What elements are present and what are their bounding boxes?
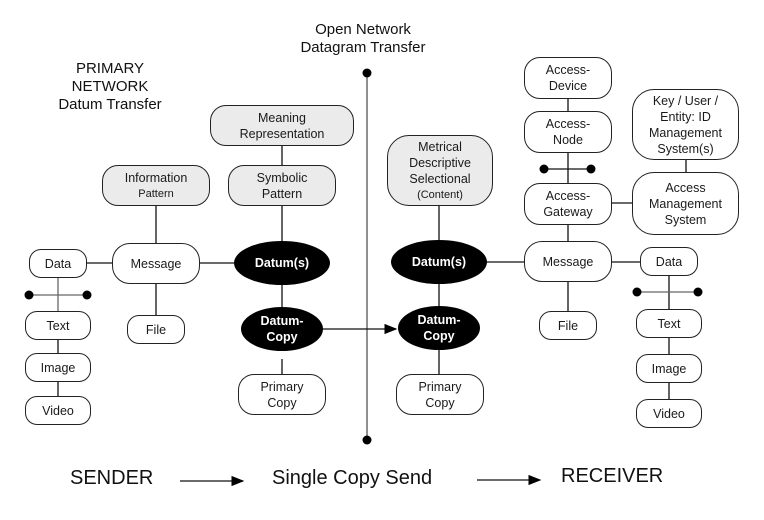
- receiver-video-node[interactable]: Video: [636, 399, 702, 428]
- node-label: File: [145, 322, 167, 337]
- node-label: Image: [40, 360, 76, 375]
- sender-video-node[interactable]: Video: [25, 396, 91, 425]
- receiver-primary-copy-node[interactable]: Primary Copy: [396, 374, 484, 415]
- node-line: Gateway: [543, 205, 593, 219]
- receiver-data-node[interactable]: Data: [640, 247, 698, 276]
- open-network-heading: Open Network Datagram Transfer: [273, 21, 453, 57]
- metrical-content-node[interactable]: Metrical Descriptive Selectional (Content): [387, 135, 493, 206]
- node-line: Entity: ID: [660, 109, 711, 124]
- heading-line: NETWORK: [71, 78, 149, 95]
- node-line: (Content): [417, 188, 463, 201]
- heading-line: Datagram Transfer: [300, 39, 426, 56]
- node-line: Representation: [239, 126, 325, 141]
- receiver-bus-dot-left: [632, 287, 642, 297]
- key-user-id-management-node[interactable]: Key / User / Entity: ID Management System(s…: [632, 89, 739, 160]
- receiver-message-node[interactable]: Message: [524, 241, 612, 282]
- sender-data-node[interactable]: Data: [29, 249, 87, 278]
- sender-text-node[interactable]: Text: [25, 311, 91, 340]
- node-line: Pattern: [261, 186, 303, 201]
- heading-line: Open Network: [315, 21, 411, 38]
- node-line: Copy: [423, 329, 455, 343]
- node-line: Copy: [425, 395, 455, 410]
- divider-top-dot: [362, 68, 372, 78]
- sender-file-node[interactable]: File: [127, 315, 185, 344]
- sender-datums-node[interactable]: Datum(s): [234, 241, 330, 285]
- sender-primary-copy-node[interactable]: Primary Copy: [238, 374, 326, 415]
- receiver-text-node[interactable]: Text: [636, 309, 702, 338]
- node-line: System: [664, 212, 707, 227]
- heading-line: Datum Transfer: [58, 96, 162, 113]
- node-label: Video: [42, 403, 74, 418]
- divider-bottom-dot: [362, 435, 372, 445]
- node-line: Key / User /: [652, 93, 719, 108]
- node-line: Device: [548, 79, 588, 93]
- receiver-image-node[interactable]: Image: [636, 354, 702, 383]
- node-label: Message: [542, 254, 594, 269]
- node-label: Text: [657, 316, 681, 331]
- node-line: Metrical: [418, 139, 462, 154]
- access-gateway-node[interactable]: Access- Gateway: [524, 183, 612, 225]
- node-line: Datum-: [260, 314, 304, 328]
- node-line: Symbolic: [256, 170, 308, 185]
- node-line: Primary: [260, 379, 304, 394]
- receiver-datums-node[interactable]: Datum(s): [391, 240, 487, 284]
- node-label: Datum(s): [254, 256, 310, 270]
- flow-single-copy-label: Single Copy Send: [272, 467, 433, 489]
- node-line: Node: [553, 133, 583, 147]
- node-line: Access-: [545, 189, 591, 203]
- access-management-system-node[interactable]: Access Management System: [632, 172, 739, 235]
- node-label: File: [557, 318, 579, 333]
- receiver-bus-dot-right: [693, 287, 703, 297]
- node-label: Text: [46, 318, 70, 333]
- node-line: Management: [649, 196, 722, 211]
- node-line: System(s): [657, 141, 714, 156]
- node-line: Access-: [545, 63, 591, 77]
- node-line: Meaning: [258, 110, 306, 125]
- access-bus-dot-left: [539, 164, 549, 174]
- node-line: Access: [665, 180, 706, 195]
- access-device-node[interactable]: Access- Device: [524, 57, 612, 99]
- node-line: Descriptive: [409, 155, 471, 170]
- access-node-node[interactable]: Access- Node: [524, 111, 612, 153]
- node-line: Information: [124, 170, 188, 185]
- symbolic-pattern-node[interactable]: Symbolic Pattern: [228, 165, 336, 206]
- sender-image-node[interactable]: Image: [25, 353, 91, 382]
- sender-bus-dot-right: [82, 290, 92, 300]
- node-label: Data: [44, 256, 72, 271]
- receiver-file-node[interactable]: File: [539, 311, 597, 340]
- flow-receiver-label: RECEIVER: [561, 465, 664, 487]
- node-line: Copy: [267, 395, 297, 410]
- sender-bus-dot-left: [24, 290, 34, 300]
- primary-network-heading: PRIMARY NETWORK Datum Transfer: [30, 60, 190, 114]
- sender-message-node[interactable]: Message: [112, 243, 200, 284]
- node-label: Image: [651, 361, 687, 376]
- node-line: Copy: [266, 330, 298, 344]
- node-label: Datum(s): [411, 255, 467, 269]
- meaning-representation-node[interactable]: Meaning Representation: [210, 105, 354, 146]
- node-label: Message: [130, 256, 182, 271]
- node-line: Primary: [418, 379, 462, 394]
- node-line: Datum-: [417, 313, 461, 327]
- node-label: Data: [655, 254, 683, 269]
- flow-sender-label: SENDER: [70, 467, 154, 489]
- heading-line: PRIMARY: [75, 60, 145, 77]
- receiver-datum-copy-node[interactable]: Datum- Copy: [398, 306, 480, 350]
- information-pattern-node[interactable]: Information Pattern: [102, 165, 210, 206]
- sender-datum-copy-node[interactable]: Datum- Copy: [241, 307, 323, 351]
- node-line: Access-: [545, 117, 591, 131]
- node-line: Pattern: [138, 187, 174, 200]
- node-line: Selectional: [409, 171, 471, 186]
- access-bus-dot-right: [586, 164, 596, 174]
- node-label: Video: [653, 406, 685, 421]
- node-line: Management: [649, 125, 722, 140]
